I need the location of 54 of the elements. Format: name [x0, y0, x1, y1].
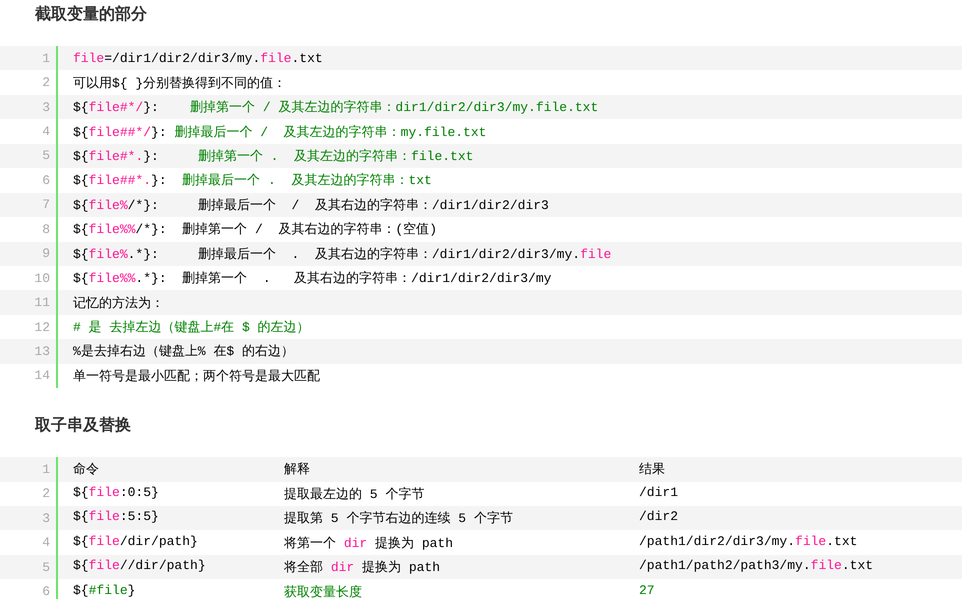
code-line: ${file%.*}: 删掉最后一个 . 及其右边的字符串：/dir1/dir2/dir3/my.file [73, 246, 612, 263]
table-cell: 命令 [73, 462, 99, 478]
section-heading: 取子串及替换 [35, 416, 132, 436]
table-cell: 将全部 dir 提换为 path [284, 560, 440, 576]
code-line: # 是 去掉左边（键盘上#在 $ 的左边） [73, 319, 310, 336]
line-number: 6 [41, 172, 51, 188]
code-line: ${file%%.*}: 删掉第一个 . 及其右边的字符串：/dir1/dir2/dir3/my [73, 270, 552, 288]
table-cell: 解释 [284, 462, 310, 478]
line-number: 1 [41, 50, 51, 66]
line-number: 4 [41, 535, 51, 550]
line-number: 9 [41, 246, 51, 262]
table-cell: ${#file} [73, 582, 136, 598]
line-number: 13 [33, 344, 51, 359]
table-cell: ${file/dir/path} [73, 534, 198, 549]
table-cell: /path1/path2/path3/my.file.txt [639, 558, 874, 574]
code-line: ${file##*.}: 删掉最后一个 . 及其左边的字符串：txt [73, 172, 432, 190]
table-cell: 提取最左边的 5 个字节 [284, 486, 424, 502]
line-number: 11 [33, 295, 51, 310]
line-number: 10 [33, 270, 51, 286]
line-number: 3 [41, 100, 51, 115]
table-cell: /path1/dir2/dir3/my.file.txt [639, 534, 858, 549]
code-line: ${file%/*}: 删掉最后一个 / 及其右边的字符串：/dir1/dir2/dir3 [73, 196, 549, 214]
code-line: ${file#*.}: 删掉第一个 . 及其左边的字符串：file.txt [73, 148, 474, 165]
code-line: file=/dir1/dir2/dir3/my.file.txt [73, 50, 323, 66]
table-cell: 结果 [639, 462, 665, 478]
code-line: %是去掉右边（键盘上% 在$ 的右边） [73, 343, 294, 360]
line-number: 5 [41, 560, 51, 575]
table-cell: ${file//dir/path} [73, 558, 206, 574]
line-number: 5 [41, 148, 51, 164]
line-number: 2 [41, 486, 51, 502]
table-cell: /dir1 [639, 484, 678, 500]
code-line: ${file#*/}: 删掉第一个 / 及其左边的字符串：dir1/dir2/dir3/my.file.txt [73, 99, 598, 116]
line-number: 4 [41, 124, 51, 140]
table-cell: ${file:5:5} [73, 509, 159, 524]
code-line: 记忆的方法为： [73, 294, 164, 312]
code-line: 单一符号是最小匹配；两个符号是最大匹配 [73, 368, 320, 385]
table-cell: 将第一个 dir 提换为 path [284, 536, 454, 551]
table-cell: /dir2 [639, 509, 678, 524]
line-number: 14 [33, 368, 51, 384]
table-cell: 获取变量长度 [284, 584, 362, 599]
code-line: ${file##*/}: 删掉最后一个 / 及其左边的字符串：my.file.txt [73, 124, 486, 141]
line-number: 8 [41, 222, 51, 237]
line-number: 3 [41, 510, 51, 526]
line-number: 12 [33, 320, 51, 335]
code-line: 可以用${ }分别替换得到不同的值： [73, 74, 286, 92]
line-number: 2 [41, 75, 51, 90]
table-cell: 提取第 5 个字节右边的连续 5 个字节 [284, 511, 513, 526]
code-line: ${file%%/*}: 删掉第一个 / 及其右边的字符串：(空值) [73, 221, 438, 238]
section-heading: 截取变量的部分 [35, 5, 148, 25]
table-cell: ${file:0:5} [73, 484, 159, 500]
line-number: 6 [41, 584, 51, 599]
table-cell: 27 [639, 582, 655, 598]
line-number: 7 [41, 197, 51, 212]
line-number: 1 [41, 462, 51, 477]
